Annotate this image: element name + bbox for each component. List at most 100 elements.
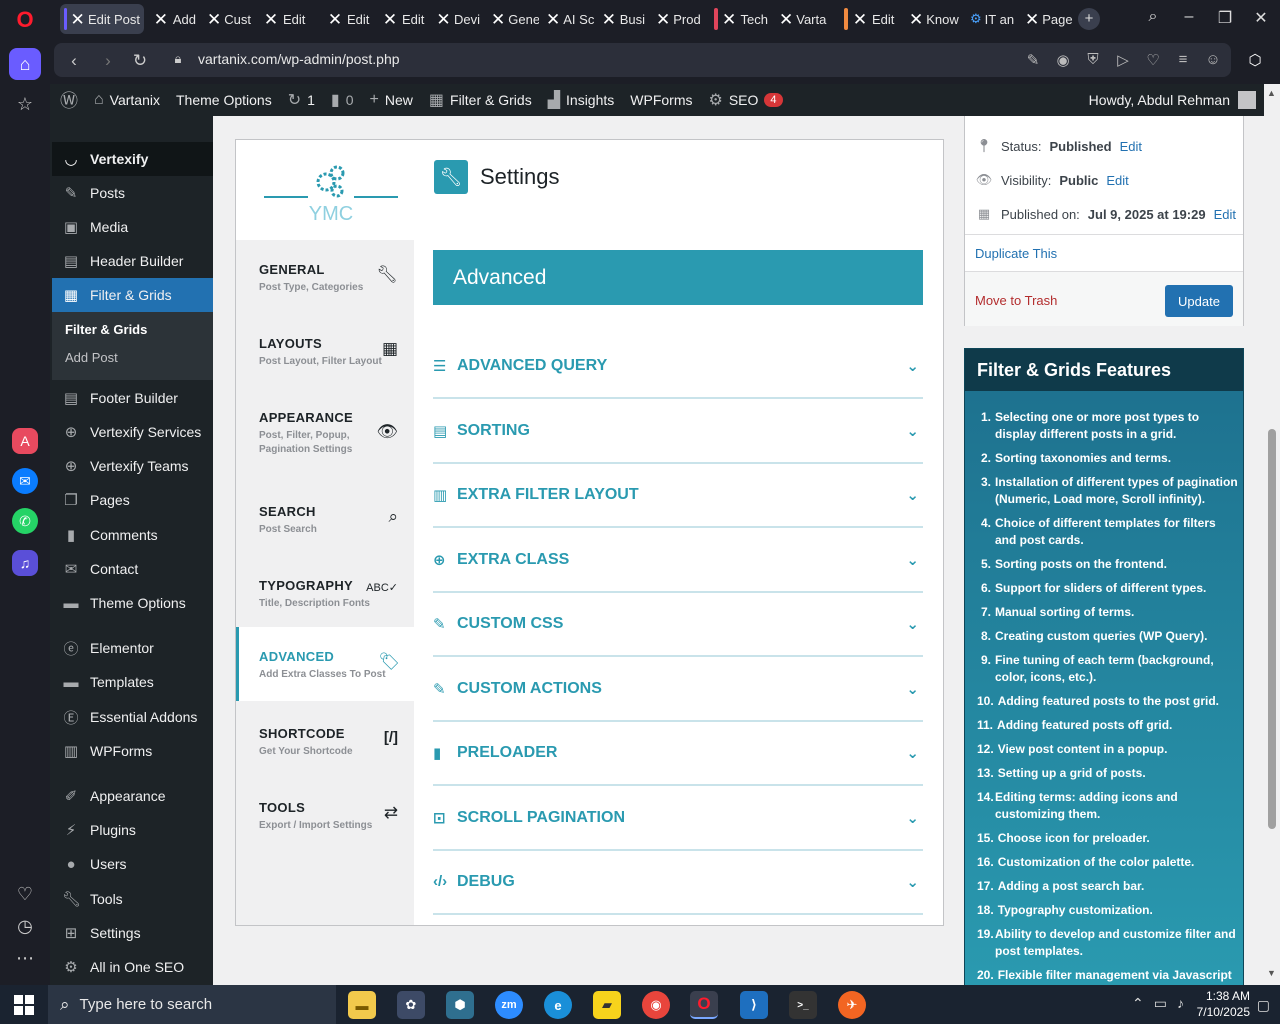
site-name-link[interactable]: ⌂ Vartanix [86,84,168,116]
menu-vertexify[interactable]: ◡ Vertexify [52,142,213,176]
section-custom-css[interactable]: ✎ CUSTOM CSS ⌄ [433,592,923,657]
browser-tab[interactable]: ✕ Gene [487,4,539,34]
tab-layouts[interactable]: LAYOUTS Post Layout, Filter Layout ▦ [236,314,414,388]
extensions-cube-icon[interactable]: ⬡ [1246,51,1264,69]
forward-icon[interactable]: › [98,51,118,71]
duplicate-link[interactable]: Duplicate This [975,246,1057,261]
browser-tab[interactable]: ✕ Edit [322,4,374,34]
history-clock-icon[interactable]: ◷ [9,910,41,942]
send-icon[interactable]: ▷ [1114,51,1132,69]
theme-options-link[interactable]: Theme Options [168,84,280,116]
new-tab-plus-icon[interactable]: + [1078,8,1100,30]
browser-tab[interactable]: ✕ Know [905,4,959,34]
menu-tools[interactable]: 🔧︎ Tools [52,882,213,916]
filter-grids-link[interactable]: ▦ Filter & Grids [421,84,540,116]
heart-icon[interactable]: ♡ [9,878,41,910]
edit-visibility-link[interactable]: Edit [1106,173,1128,188]
terminal-icon[interactable]: >_ [789,991,817,1019]
section-preloader[interactable]: ▮ PRELOADER ⌄ [433,721,923,786]
move-to-trash-link[interactable]: Move to Trash [975,293,1057,308]
section-extra-class[interactable]: ⊕ EXTRA CLASS ⌄ [433,528,923,593]
whatsapp-icon[interactable]: ✆ [12,508,38,534]
menu-contact[interactable]: ✉ Contact [52,552,213,586]
submenu-filter-grids[interactable]: Filter & Grids [65,322,147,337]
network-icon[interactable]: ▭ [1154,995,1167,1012]
menu-appearance[interactable]: ✐ Appearance [52,779,213,813]
close-window-icon[interactable]: ✕ [1249,8,1273,28]
tab-general[interactable]: GENERAL Post Type, Categories 🔧︎ [236,240,414,314]
messenger-icon[interactable]: ✉ [12,468,38,494]
url-text[interactable]: vartanix.com/wp-admin/post.php [198,51,400,67]
edit-status-link[interactable]: Edit [1120,139,1142,154]
browser-tab[interactable]: ✕ Varta [775,4,829,34]
vscode-icon[interactable]: ⟩ [740,991,768,1019]
tab-shortcode[interactable]: SHORTCODE Get Your Shortcode [/] [236,704,414,778]
new-content-link[interactable]: + New [362,84,421,116]
section-debug[interactable]: ‹/› DEBUG ⌄ [433,850,923,915]
user-account-menu[interactable]: Howdy, Abdul Rehman [1081,91,1264,109]
back-icon[interactable]: ‹ [64,51,84,71]
star-icon[interactable]: ☆ [9,88,41,120]
section-advanced-query[interactable]: ☰ ADVANCED QUERY ⌄ [433,334,923,399]
menu-theme-options[interactable]: ▬ Theme Options [52,586,213,620]
chrome-icon[interactable]: ◉ [642,991,670,1019]
address-bar[interactable]: ‹ › ↻ 🔒︎ vartanix.com/wp-admin/post.php … [54,43,1231,77]
browser-tab[interactable]: ✕ Edit [377,4,429,34]
menu-media[interactable]: ▣ Media [52,210,213,244]
menu-vertexify-teams[interactable]: ⊕ Vertexify Teams [52,449,213,483]
tab-search[interactable]: SEARCH Post Search ⌕ [236,482,414,556]
menu-elementor[interactable]: ⓔ Elementor [52,631,213,665]
tab-typography[interactable]: TYPOGRAPHY Title, Description Fonts ABC✓ [236,556,414,630]
browser-tab[interactable]: ✕ Tech [710,4,772,34]
scrollbar-thumb[interactable] [1268,429,1276,829]
opera-logo-icon[interactable]: O [9,4,41,36]
browser-tab[interactable]: ⚙ IT an [966,4,1018,34]
edit-icon[interactable]: ✎ [1024,51,1042,69]
browser-tab[interactable]: ✕ Busi [597,4,649,34]
wpforms-link[interactable]: WPForms [622,84,700,116]
edit-date-link[interactable]: Edit [1214,207,1236,222]
chevron-up-icon[interactable]: ⌃ [1132,995,1144,1012]
profile-icon[interactable]: ☺ [1204,51,1222,68]
maximize-icon[interactable]: ❐ [1213,8,1237,28]
menu-aioseo[interactable]: ⚙ All in One SEO [52,950,213,984]
tab-advanced[interactable]: ADVANCED Add Extra Classes To Post 🏷︎ [236,627,416,701]
browser-tab[interactable]: ✕ Devi [432,4,484,34]
tab-tools[interactable]: TOOLS Export / Import Settings ⇄ [236,778,414,852]
comments-link[interactable]: ▮ 0 [323,84,362,116]
menu-vertexify-services[interactable]: ⊕ Vertexify Services [52,415,213,449]
windows-start-icon[interactable] [14,995,34,1015]
updates-link[interactable]: ↻ 1 [280,84,323,116]
browser-tab[interactable]: ✕ AI Sc [542,4,594,34]
zoom-icon[interactable]: zm [495,991,523,1019]
menu-users[interactable]: ● Users [52,847,213,881]
wp-logo[interactable]: Ⓦ [52,84,86,116]
menu-settings[interactable]: ⊞ Settings [52,916,213,950]
sticky-notes-icon[interactable]: ▰ [593,991,621,1019]
browser-tab[interactable]: ✕ Edit [840,4,902,34]
browser-tab[interactable]: ✕ Cust [203,4,255,34]
section-scroll-pagination[interactable]: ⊡ SCROLL PAGINATION ⌄ [433,786,923,851]
menu-wpforms[interactable]: ▥ WPForms [52,734,213,768]
home-icon[interactable]: ⌂ [9,48,41,80]
player-icon[interactable]: ♫ [12,550,38,576]
menu-posts[interactable]: ✎ Posts [52,176,213,210]
seo-link[interactable]: ⚙ SEO 4 [700,84,790,116]
browser-tab[interactable]: ✕ Prod [652,4,704,34]
app-hex-icon[interactable]: ⬢ [446,991,474,1019]
submenu-add-post[interactable]: Add Post [65,350,118,365]
taskbar-clock[interactable]: 1:38 AM 7/10/2025 [1197,988,1250,1020]
browser-tab[interactable]: ✕ Edit [258,4,316,34]
postman-icon[interactable]: ✈ [838,991,866,1019]
menu-comments[interactable]: ▮ Comments [52,518,213,552]
menu-lines-icon[interactable]: ≡ [1174,51,1192,68]
scroll-down-icon[interactable]: ▼ [1267,968,1276,978]
menu-filter-grids[interactable]: ▦ Filter & Grids [52,278,213,312]
update-button[interactable]: Update [1165,285,1233,317]
shield-icon[interactable]: ⛨ [1084,51,1102,68]
opera-taskbar-icon[interactable]: O [690,991,718,1019]
aria-icon[interactable]: A [12,428,38,454]
minimize-icon[interactable]: – [1177,8,1201,26]
browser-tab[interactable]: ✕ Page [1021,4,1073,34]
menu-templates[interactable]: ▬ Templates [52,665,213,699]
